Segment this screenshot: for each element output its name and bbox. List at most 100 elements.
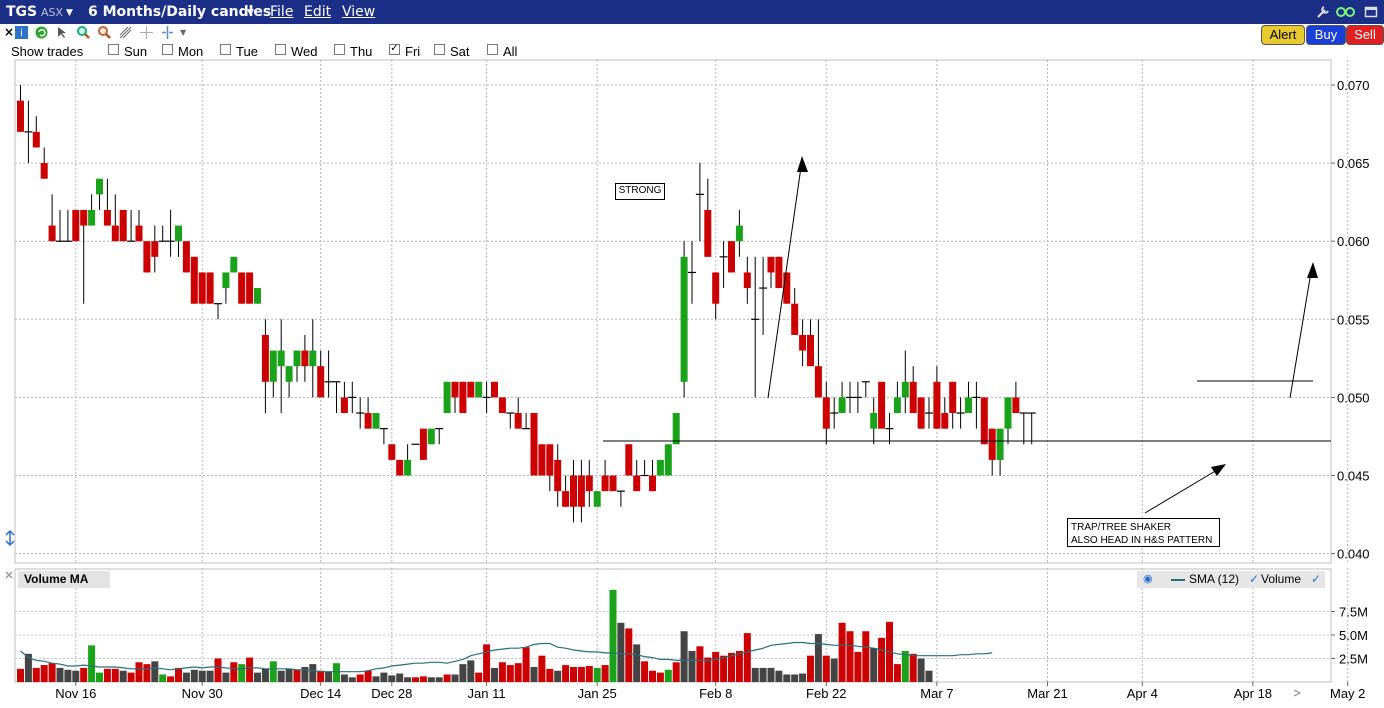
candle [269,350,277,398]
candle [861,381,870,398]
volume-bar [167,676,175,682]
volume-bar [80,667,88,682]
candle-body [309,350,317,367]
candle [562,475,570,507]
sma-line [20,641,993,673]
candle [63,209,72,242]
candle [80,209,88,304]
candle [230,256,238,273]
volume-bar [404,677,412,682]
volume-bar [854,651,862,682]
candle-body [799,334,807,351]
trap-arrow-head [1211,464,1226,476]
candle [135,209,143,242]
sma-path [20,641,993,673]
volume-bar [48,663,56,682]
volume-bar [491,667,498,682]
candle [451,381,459,414]
candle [143,241,151,273]
volume-bar [143,664,151,682]
volume-bar [246,657,254,682]
arrow-head-1 [797,156,808,172]
candle-body [222,272,230,289]
volume-bar [680,631,688,682]
candle-body [530,413,538,476]
legend-settings-icon[interactable]: ◉ [1143,572,1153,585]
candle [293,350,301,382]
volume-bar [435,677,443,682]
candle-body [269,350,277,382]
candle-body [735,225,743,242]
candle-body [285,366,293,382]
legend-sma-check-icon[interactable]: ✓ [1249,572,1259,586]
volume-bar [751,667,759,682]
volume-bar [230,662,238,682]
volume-bar [862,631,870,682]
candle [783,272,791,304]
candle [72,209,80,242]
volume-bar [530,666,538,682]
volume-bar [388,675,396,682]
legend-volume-check-icon[interactable]: ✓ [1311,572,1321,586]
legend-sma-label: SMA (12) [1189,572,1240,586]
date-tick-label: Jan 11 [468,686,506,701]
candle [166,209,175,257]
candle [893,381,901,414]
candle [40,147,48,179]
candle [158,225,167,242]
volume-bar [672,662,680,682]
volume-bar [285,668,293,682]
volume-bar [783,674,791,682]
volume-bar [901,650,909,682]
volume-bar [696,646,704,682]
volume-bar [546,668,554,682]
candle-body [814,366,822,398]
candle [506,412,515,429]
candle [32,116,40,148]
volume-bar [870,648,878,682]
candle [538,444,546,476]
candle [735,209,743,257]
candle [1019,412,1028,445]
volume-panel-title: Volume MA [18,571,110,588]
volume-bar [443,674,451,682]
candle-body [198,272,206,304]
candle [56,209,64,242]
candle [807,319,814,367]
volume-bar [182,672,190,682]
volume-bar [111,668,119,682]
candle [704,178,712,257]
price-chart[interactable]: 0.040 0.045 0.050 0.055 0.060 0.065 0.070 2.5M… [0,0,1384,708]
candle [285,366,293,398]
candle-body [901,381,909,398]
volume-bar [467,660,475,682]
volume-bar [459,664,467,682]
volume-bar [775,670,783,682]
volume-bar [506,665,514,682]
candle-body [103,209,111,226]
volume-bar [190,669,198,682]
candle [467,381,475,398]
volume-bar [419,676,427,682]
volume-bar [475,672,483,682]
volume-bar [127,672,135,682]
candle [119,209,127,242]
price-tick-label: 0.065 [1337,156,1370,171]
price-tick-label: 0.040 [1337,547,1370,562]
candle-body [712,272,720,304]
candle [577,459,585,523]
candle-body [775,256,783,289]
volume-bar [656,672,664,682]
volume-bar [822,655,830,682]
volume-bar [664,669,672,682]
volume-bar [427,677,435,682]
volume-bar [522,647,530,682]
candle [372,413,380,429]
volume-bar [593,667,601,682]
volume-bar [728,652,735,682]
candle-body [427,428,435,445]
candle [214,303,222,320]
trap-arrow [1144,466,1223,514]
candle [301,334,309,382]
price-tick-label: 0.055 [1337,312,1370,327]
